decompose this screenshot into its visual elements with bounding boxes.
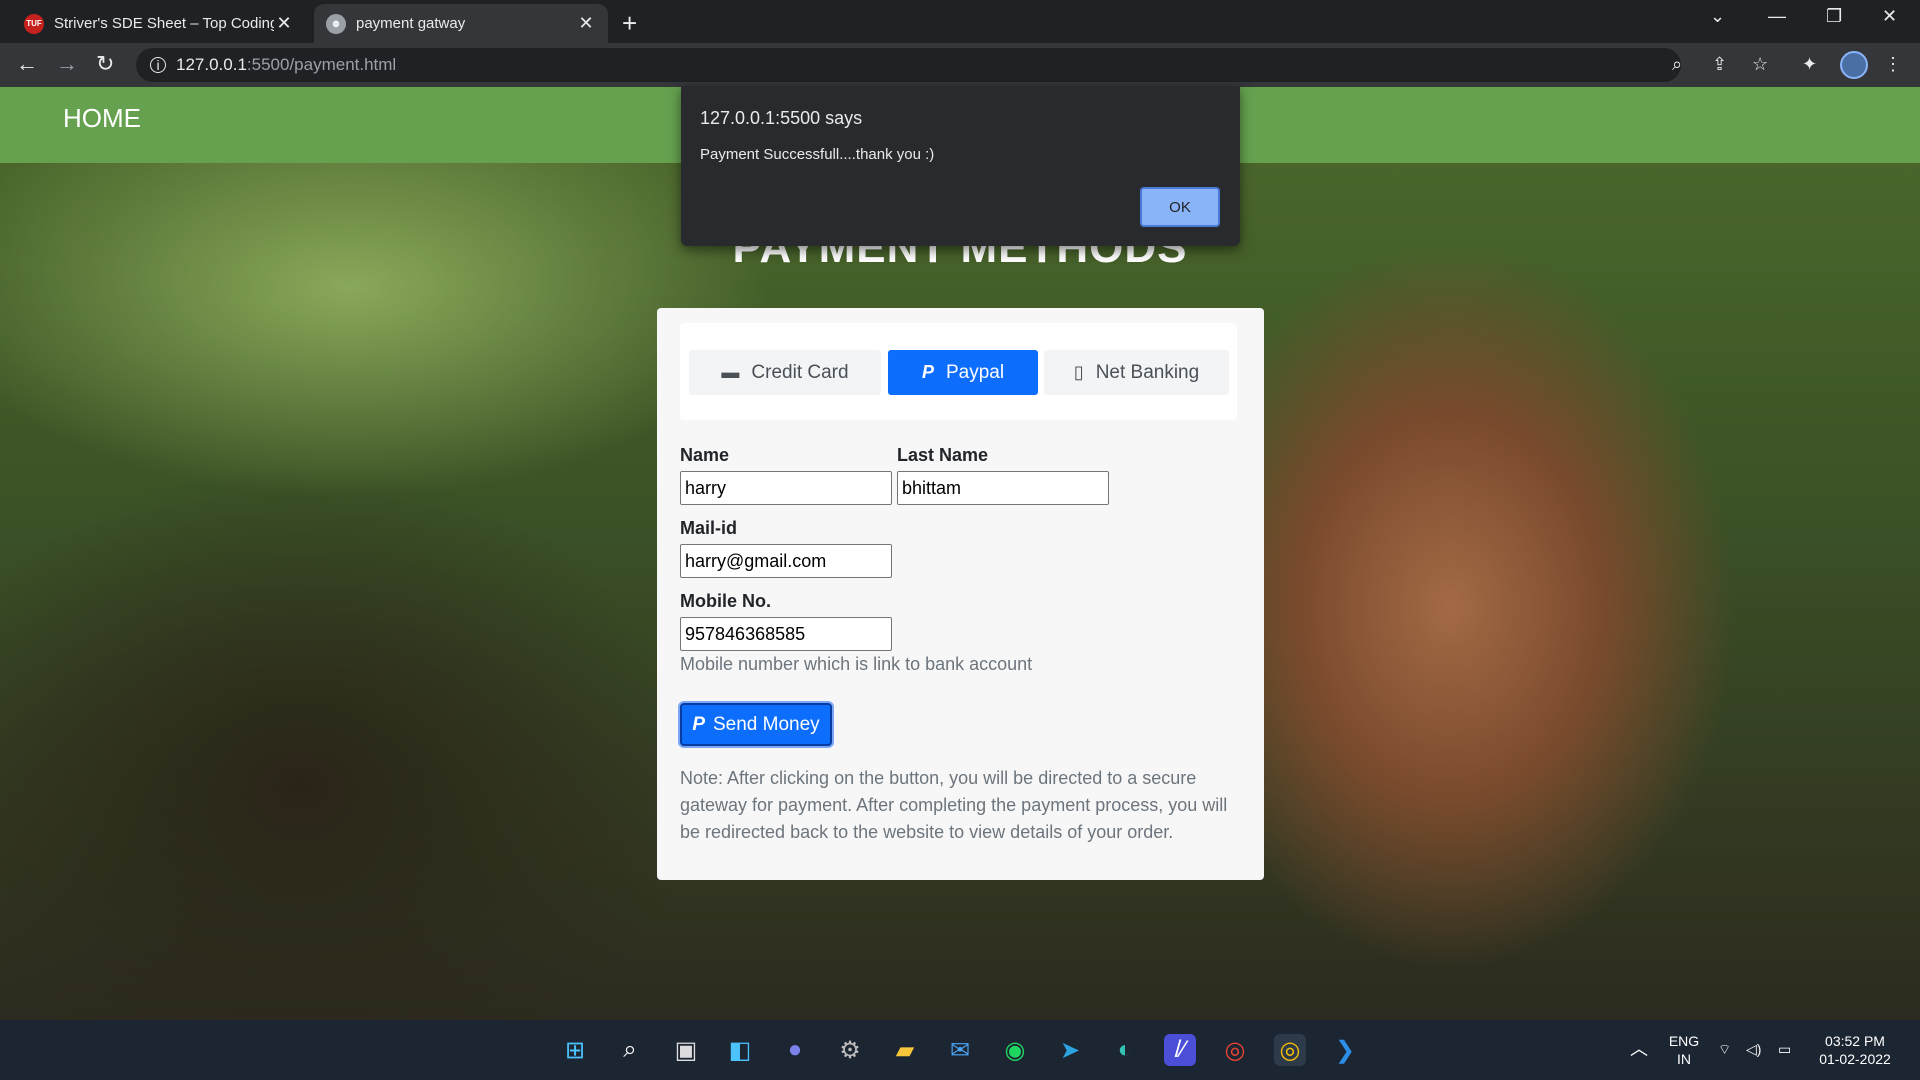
- globe-icon: ◍: [326, 13, 346, 34]
- paypal-icon: P: [921, 362, 934, 382]
- profile-avatar[interactable]: [1840, 51, 1868, 79]
- tab-paypal[interactable]: P Paypal: [888, 350, 1038, 395]
- address-bar[interactable]: i 127.0.0.1:5500/payment.html: [136, 48, 1681, 82]
- spotify-icon[interactable]: ◉: [999, 1034, 1031, 1066]
- browser-toolbar: ← → ↻ i 127.0.0.1:5500/payment.html ⌕ ⇪ …: [0, 43, 1920, 87]
- search-icon[interactable]: ⌕: [614, 1034, 646, 1066]
- browser-tab-strip: TUF Striver's SDE Sheet – Top Coding ✕ ◍…: [0, 0, 1920, 43]
- payment-tabs: ▬ Credit Card P Paypal ▯ Net Banking: [680, 323, 1237, 420]
- windows-start-icon[interactable]: ⊞: [559, 1034, 591, 1066]
- restore-icon[interactable]: ❐: [1826, 6, 1842, 27]
- mobile-help-text: Mobile number which is link to bank acco…: [680, 654, 1033, 674]
- lang-top: ENG: [1668, 1033, 1700, 1049]
- name-label: Name: [680, 445, 730, 465]
- tab-credit-card[interactable]: ▬ Credit Card: [689, 350, 881, 395]
- close-window-icon[interactable]: ✕: [1882, 6, 1897, 27]
- back-icon[interactable]: ←: [16, 51, 38, 77]
- mail-icon[interactable]: ✉: [944, 1034, 976, 1066]
- volume-icon[interactable]: ◁): [1746, 1040, 1761, 1058]
- reload-icon[interactable]: ↻: [96, 51, 114, 77]
- dialog-title: 127.0.0.1:5500 says: [700, 108, 863, 128]
- mobile-icon: ▯: [1073, 362, 1084, 382]
- wifi-icon[interactable]: ⌔: [1718, 1040, 1731, 1058]
- tab-title: payment gatway: [356, 15, 466, 32]
- extensions-puzzle-icon[interactable]: ✦: [1802, 54, 1817, 75]
- payment-note: Note: After clicking on the button, you …: [680, 768, 1228, 842]
- menu-kebab-icon[interactable]: ⋮: [1884, 54, 1902, 75]
- vscode-icon[interactable]: ❯: [1329, 1034, 1361, 1066]
- forward-icon[interactable]: →: [56, 51, 78, 77]
- mail-input[interactable]: [680, 544, 892, 578]
- chrome-icon[interactable]: ◎: [1219, 1034, 1251, 1066]
- ok-button[interactable]: OK: [1140, 187, 1220, 227]
- close-tab-icon[interactable]: ✕: [576, 13, 596, 34]
- tab-search-chevron-icon[interactable]: ⌄: [1710, 6, 1725, 27]
- tray-chevron-icon[interactable]: ︿: [1630, 1040, 1648, 1058]
- share-icon[interactable]: ⇪: [1712, 54, 1727, 75]
- edge-icon[interactable]: ◐: [1109, 1034, 1141, 1066]
- chat-icon[interactable]: ●: [779, 1034, 811, 1066]
- send-money-label: Send Money: [713, 713, 820, 735]
- info-icon[interactable]: i: [150, 57, 166, 73]
- minimize-icon[interactable]: —: [1768, 6, 1786, 27]
- telegram-icon[interactable]: ➤: [1054, 1034, 1086, 1066]
- tuf-favicon-icon: TUF: [24, 13, 44, 34]
- windows-taskbar: ⊞ ⌕ ▣ ◧ ● ⚙ ▰ ✉ ◉ ➤ ◐ /∕ ◎ ◎ ❯ ︿ ENG IN …: [0, 1020, 1920, 1080]
- zoom-icon[interactable]: ⌕: [1672, 54, 1682, 75]
- new-tab-icon[interactable]: +: [622, 8, 637, 39]
- credit-card-icon: ▬: [721, 362, 740, 382]
- mail-label: Mail-id: [680, 518, 737, 538]
- url-host: 127.0.0.1: [176, 55, 247, 74]
- lastname-label: Last Name: [897, 445, 989, 465]
- chrome-profile-icon[interactable]: ◎: [1274, 1034, 1306, 1066]
- task-view-icon[interactable]: ▣: [670, 1034, 702, 1066]
- bookmark-star-icon[interactable]: ☆: [1752, 54, 1768, 75]
- dialog-message: Payment Successfull....thank you :): [700, 146, 935, 163]
- widgets-icon[interactable]: ◧: [724, 1034, 756, 1066]
- file-explorer-icon[interactable]: ▰: [889, 1034, 921, 1066]
- payment-card: ▬ Credit Card P Paypal ▯ Net Banking Nam…: [657, 308, 1264, 880]
- battery-icon[interactable]: ▭: [1778, 1040, 1791, 1058]
- tab-title: Striver's SDE Sheet – Top Coding: [54, 15, 274, 32]
- settings-gear-icon[interactable]: ⚙: [834, 1034, 866, 1066]
- app-icon[interactable]: /∕: [1164, 1034, 1196, 1066]
- lastname-input[interactable]: [897, 471, 1109, 505]
- date: 01-02-2022: [1819, 1051, 1891, 1067]
- send-money-button[interactable]: P Send Money: [680, 703, 832, 746]
- clock[interactable]: 03:52 PM 01-02-2022: [1815, 1032, 1895, 1068]
- browser-tab-1[interactable]: TUF Striver's SDE Sheet – Top Coding ✕: [12, 4, 306, 43]
- browser-tab-2[interactable]: ◍ payment gatway ✕: [314, 4, 608, 43]
- close-tab-icon[interactable]: ✕: [274, 13, 294, 34]
- tab-label: Paypal: [945, 361, 1005, 383]
- mobile-label: Mobile No.: [680, 591, 771, 611]
- name-input[interactable]: [680, 471, 892, 505]
- language-indicator[interactable]: ENG IN: [1664, 1032, 1704, 1068]
- tab-label: Net Banking: [1095, 361, 1200, 383]
- url-path: :5500/payment.html: [246, 55, 397, 74]
- mobile-input[interactable]: [680, 617, 892, 651]
- lang-bottom: IN: [1677, 1051, 1691, 1067]
- time: 03:52 PM: [1825, 1033, 1885, 1049]
- home-link[interactable]: HOME: [63, 103, 141, 134]
- tab-label: Credit Card: [751, 361, 849, 383]
- paypal-icon: P: [692, 713, 705, 735]
- tab-net-banking[interactable]: ▯ Net Banking: [1044, 350, 1229, 395]
- alert-dialog: 127.0.0.1:5500 says Payment Successfull.…: [681, 86, 1240, 246]
